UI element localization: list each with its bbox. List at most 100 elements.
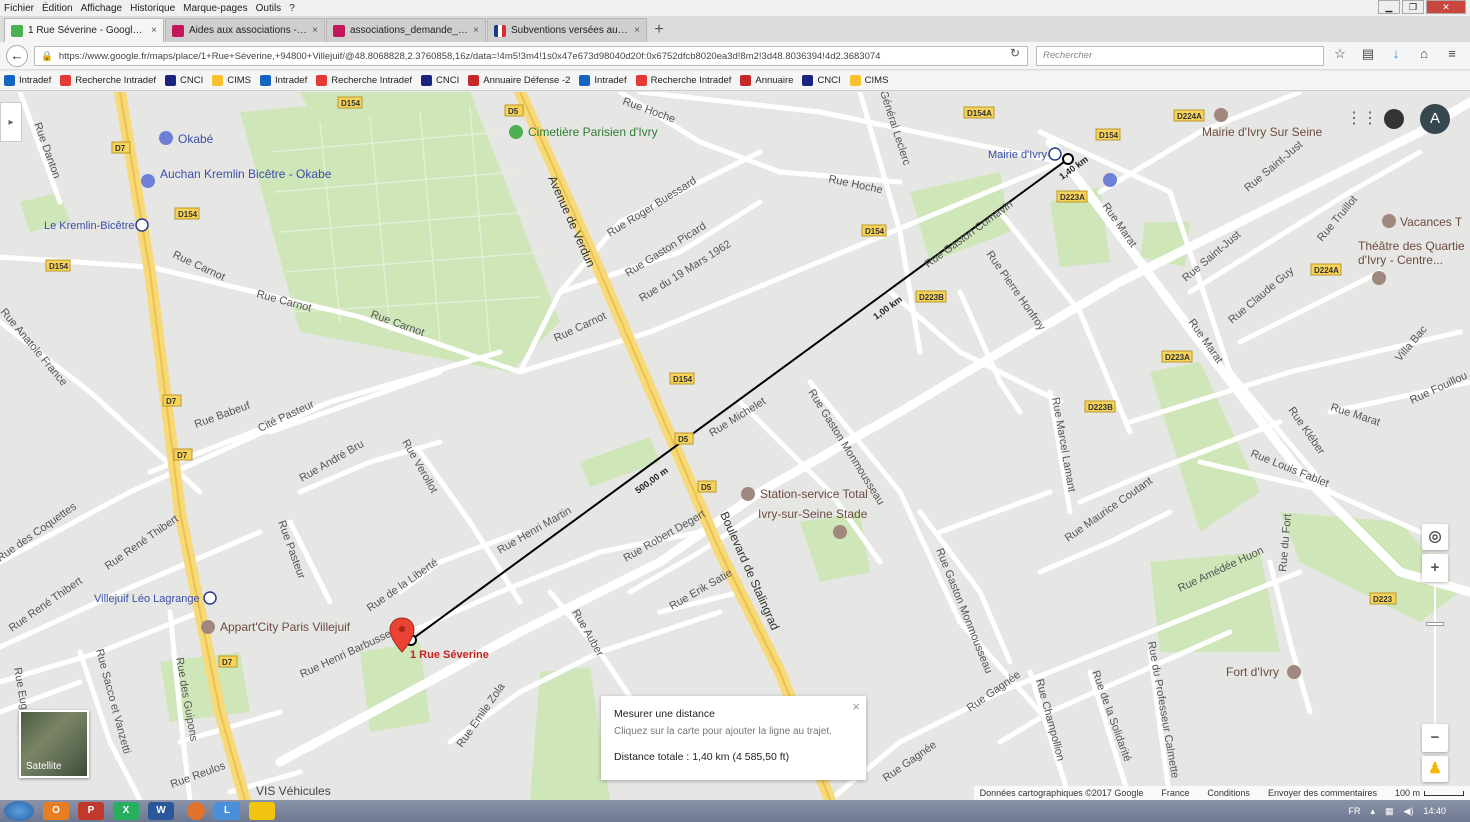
bookmark-item[interactable]: Annuaire Défense -2 (468, 75, 570, 86)
close-window-button[interactable]: ✕ (1426, 0, 1466, 14)
zoom-slider-handle[interactable] (1426, 622, 1444, 626)
clock[interactable]: 14:40 (1423, 806, 1446, 816)
home-icon[interactable]: ⌂ (1414, 46, 1434, 66)
start-button-icon[interactable] (4, 801, 34, 821)
tab-close-icon[interactable]: × (312, 25, 318, 36)
poi-vacances[interactable]: Vacances T (1382, 214, 1463, 229)
tab-subventions[interactable]: Subventions versées aux as... × (487, 18, 647, 42)
hamburger-menu-icon[interactable]: ≡ (1442, 46, 1462, 66)
powerpoint-icon[interactable]: P (78, 802, 104, 820)
bookmark-item[interactable]: Intradef (4, 75, 51, 86)
network-icon[interactable]: ▦ (1385, 806, 1394, 817)
collapse-side-panel-button[interactable]: ▸ (0, 102, 22, 142)
menu-fichier[interactable]: Fichier (4, 3, 34, 14)
marker-label: 1 Rue Séverine (410, 649, 489, 661)
road-badge: D7 (173, 448, 193, 461)
poi-appartcity[interactable]: Appart'City Paris Villejuif (201, 620, 351, 634)
apps-grid-icon[interactable]: ⋮⋮ (1346, 108, 1378, 130)
bookmark-item[interactable]: CIMS (849, 75, 888, 86)
bookmark-label: Intradef (275, 75, 308, 86)
bookmark-item[interactable]: Recherche Intradef (635, 75, 731, 86)
measure-total: Distance totale : 1,40 km (4 585,50 ft) (614, 751, 790, 763)
shopping-icon[interactable] (1103, 173, 1117, 187)
street-view-pegman-icon[interactable]: ♟ (1422, 756, 1448, 782)
street-label: Rue Anatole France (0, 306, 69, 388)
feedback-link[interactable]: Envoyer des commentaires (1268, 788, 1377, 798)
bookmark-item[interactable]: Recherche Intradef (60, 75, 156, 86)
firefox-icon[interactable] (187, 802, 205, 820)
bookmark-item[interactable]: CNCI (165, 75, 203, 86)
excel-icon[interactable]: X (113, 802, 139, 820)
avatar[interactable]: A (1420, 104, 1450, 134)
menu-aide[interactable]: ? (289, 3, 295, 14)
downloads-icon[interactable]: ↓ (1386, 46, 1406, 66)
tab-close-icon[interactable]: × (151, 25, 157, 36)
search-input[interactable]: Rechercher (1036, 46, 1324, 66)
bookmark-item[interactable]: Recherche Intradef (316, 75, 412, 86)
my-location-button[interactable]: ◎ (1422, 524, 1448, 550)
svg-text:D154: D154 (178, 210, 198, 219)
scale-label[interactable]: 100 m (1395, 788, 1420, 798)
map-canvas[interactable]: 500,00 m 1,00 km 1,40 km Rue Danton Rue … (0, 92, 1470, 800)
bookmark-star-icon[interactable]: ☆ (1330, 46, 1350, 66)
bookmark-item[interactable]: Intradef (260, 75, 307, 86)
tab-close-icon[interactable]: × (473, 25, 479, 36)
svg-text:D7: D7 (115, 144, 126, 153)
bookmark-icon (316, 75, 328, 86)
volume-icon[interactable]: ◀) (1404, 806, 1414, 817)
menu-affichage[interactable]: Affichage (81, 3, 123, 14)
bookmark-item[interactable]: CNCI (802, 75, 841, 86)
file-explorer-icon[interactable] (249, 802, 275, 820)
language-indicator[interactable]: FR (1349, 806, 1361, 816)
tab-google-maps[interactable]: 1 Rue Séverine - Google M... × (4, 18, 164, 42)
menu-edition[interactable]: Édition (42, 3, 73, 14)
poi-station-total[interactable]: Station-service Total (741, 487, 868, 501)
back-button[interactable]: ← (6, 44, 28, 67)
conditions-link[interactable]: Conditions (1207, 788, 1250, 798)
country-link[interactable]: France (1161, 788, 1189, 798)
minimize-button[interactable]: ▁ (1378, 0, 1400, 14)
poi-cimetiere[interactable]: Cimetière Parisien d'Ivry (509, 125, 658, 139)
svg-text:VIS Véhicules: VIS Véhicules (256, 784, 331, 798)
flag-favicon-icon (494, 24, 506, 37)
zoom-slider-track[interactable] (1434, 584, 1436, 724)
menu-historique[interactable]: Historique (130, 3, 175, 14)
outlook-icon[interactable]: O (43, 802, 69, 820)
poi-okabe[interactable]: Okabé (159, 131, 214, 146)
close-icon[interactable]: × (852, 699, 860, 714)
poi-vis-vehicules[interactable]: VIS Véhicules (256, 784, 331, 798)
tray-arrow-icon[interactable]: ▴ (1371, 806, 1376, 817)
word-icon[interactable]: W (148, 802, 174, 820)
bookmark-item[interactable]: CIMS (212, 75, 251, 86)
road-badge: D224A (1173, 109, 1205, 122)
maximize-button[interactable]: ❐ (1402, 0, 1424, 14)
poi-villejuif-leo-lagrange[interactable]: Villejuif Léo Lagrange (94, 591, 217, 605)
notifications-icon[interactable] (1384, 109, 1404, 129)
lync-icon[interactable]: L (214, 802, 240, 820)
satellite-toggle[interactable]: Satellite (19, 710, 89, 778)
tab-aides-associations[interactable]: Aides aux associations - Vil... × (165, 18, 325, 42)
menu-marque-pages[interactable]: Marque-pages (183, 3, 247, 14)
zoom-in-button[interactable]: + (1422, 554, 1448, 582)
bookmark-item[interactable]: Intradef (579, 75, 627, 86)
poi-fort-ivry[interactable]: Fort d'Ivry (1226, 665, 1301, 679)
tab-associations-demande[interactable]: associations_demande_sub... × (326, 18, 486, 42)
reading-list-icon[interactable]: ▤ (1358, 46, 1378, 66)
reload-icon[interactable]: ↻ (1010, 46, 1026, 64)
bookmark-item[interactable]: Annuaire (740, 75, 793, 86)
svg-text:Appart'City Paris Villejuif: Appart'City Paris Villejuif (220, 620, 351, 634)
poi-theatre[interactable]: Théâtre des Quartied'Ivry - Centre... (1358, 239, 1465, 285)
new-tab-button[interactable]: + (648, 20, 670, 42)
poi-le-kremlin-bicetre[interactable]: Le Kremlin-Bicêtre (44, 218, 149, 232)
svg-text:Auchan Kremlin Bicêtre - Okabe: Auchan Kremlin Bicêtre - Okabe (160, 167, 332, 181)
svg-text:D5: D5 (508, 107, 519, 116)
zoom-out-button[interactable]: − (1422, 724, 1448, 752)
menu-outils[interactable]: Outils (256, 3, 282, 14)
svg-text:Ivry-sur-Seine Stade: Ivry-sur-Seine Stade (758, 507, 868, 521)
svg-text:D223A: D223A (1165, 353, 1190, 362)
url-bar[interactable]: 🔒 https://www.google.fr/maps/place/1+Rue… (34, 46, 1028, 66)
tab-close-icon[interactable]: × (634, 25, 640, 36)
road-badge: D223A (1056, 190, 1088, 203)
svg-text:D7: D7 (166, 397, 177, 406)
bookmark-item[interactable]: CNCI (421, 75, 459, 86)
